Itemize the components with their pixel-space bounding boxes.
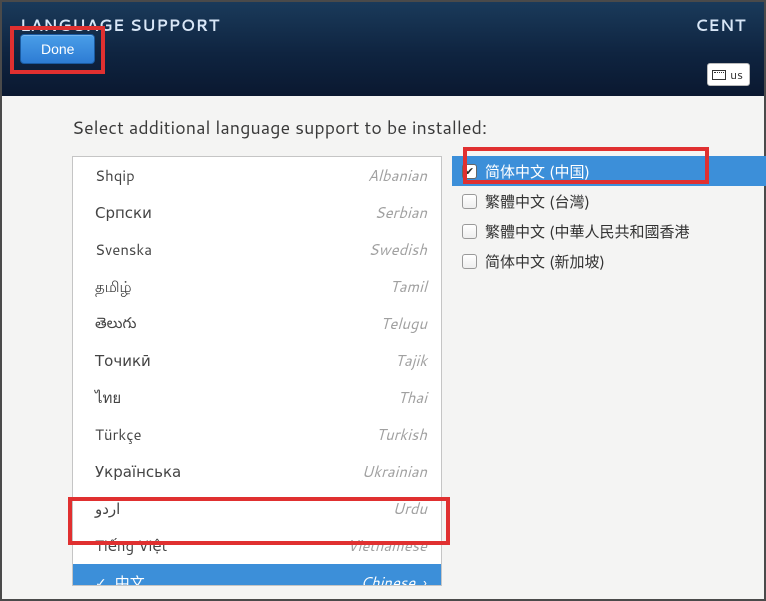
- language-english-label: Urdu: [393, 498, 428, 519]
- language-english-label: Tajik: [395, 350, 427, 371]
- keyboard-icon: [712, 70, 726, 80]
- language-native-label: Shqip: [95, 165, 368, 186]
- variant-checkbox[interactable]: ✔: [462, 164, 477, 179]
- language-native-label: தமிழ்: [95, 276, 390, 298]
- keyboard-label: us: [730, 66, 743, 83]
- language-english-label: Turkish: [376, 424, 427, 445]
- language-native-label: Українська: [95, 461, 362, 482]
- language-english-label: Serbian: [375, 202, 427, 223]
- language-native-label: Точикӣ: [95, 350, 395, 371]
- language-item[interactable]: УкраїнськаUkrainian: [73, 453, 441, 490]
- language-item[interactable]: Tiếng ViệtVietnamese: [73, 527, 441, 564]
- language-native-label: Српски: [95, 202, 375, 223]
- language-english-label: Tamil: [390, 276, 427, 297]
- language-english-label: Telugu: [380, 313, 427, 334]
- language-native-label: Türkçe: [95, 424, 376, 445]
- variant-checkbox[interactable]: [462, 254, 477, 269]
- language-english-label: Thai: [398, 387, 427, 408]
- language-item[interactable]: اردوUrdu: [73, 490, 441, 527]
- variant-label: 繁體中文 (中華人民共和國香港: [485, 221, 690, 242]
- prompt-text: Select additional language support to be…: [72, 114, 764, 140]
- language-list[interactable]: ShqipAlbanianСрпскиSerbianSvenskaSwedish…: [72, 156, 442, 586]
- header-right-text: CENT: [695, 14, 746, 37]
- variant-item[interactable]: 繁體中文 (台灣): [452, 186, 766, 216]
- language-english-label: Ukrainian: [362, 461, 427, 482]
- chevron-right-icon: ›: [423, 573, 427, 587]
- variant-label: 简体中文 (中国): [485, 161, 590, 182]
- header: LANGUAGE SUPPORT CENT Done us: [2, 2, 764, 96]
- done-button-highlight: Done: [10, 26, 105, 74]
- variant-label: 简体中文 (新加坡): [485, 251, 605, 272]
- variant-checkbox[interactable]: [462, 224, 477, 239]
- language-item[interactable]: SvenskaSwedish: [73, 231, 441, 268]
- language-native-label: 中文: [115, 572, 360, 586]
- variant-checkbox[interactable]: [462, 194, 477, 209]
- content-area: Select additional language support to be…: [2, 96, 764, 599]
- variant-item[interactable]: 繁體中文 (中華人民共和國香港: [452, 216, 766, 246]
- language-english-label: Swedish: [369, 239, 427, 260]
- variant-list[interactable]: ✔ 简体中文 (中国) 繁體中文 (台灣) 繁體中文 (中華人民共和國香港简体中文 (…: [452, 156, 766, 586]
- variant-label: 繁體中文 (台灣): [485, 191, 590, 212]
- done-button[interactable]: Done: [20, 34, 95, 64]
- language-native-label: Tiếng Việt: [95, 535, 347, 556]
- language-native-label: اردو: [95, 498, 393, 519]
- language-english-label: Chinese: [360, 572, 415, 586]
- language-item[interactable]: தமிழ்Tamil: [73, 268, 441, 305]
- variant-item[interactable]: ✔ 简体中文 (中国): [452, 156, 766, 186]
- language-item[interactable]: ТочикӣTajik: [73, 342, 441, 379]
- language-native-label: తెలుగు: [95, 312, 380, 336]
- language-native-label: ไทย: [95, 386, 398, 410]
- language-item[interactable]: ✓ 中文Chinese ›: [73, 564, 441, 586]
- language-english-label: Vietnamese: [347, 535, 427, 556]
- language-item[interactable]: TürkçeTurkish: [73, 416, 441, 453]
- language-item[interactable]: ไทยThai: [73, 379, 441, 416]
- variant-item[interactable]: 简体中文 (新加坡): [452, 246, 766, 276]
- language-native-label: Svenska: [95, 239, 369, 260]
- language-item[interactable]: తెలుగుTelugu: [73, 305, 441, 342]
- language-item[interactable]: СрпскиSerbian: [73, 194, 441, 231]
- language-english-label: Albanian: [368, 165, 427, 186]
- keyboard-indicator[interactable]: us: [707, 63, 750, 86]
- language-item[interactable]: ShqipAlbanian: [73, 157, 441, 194]
- checkmark-icon: ✓: [95, 573, 107, 587]
